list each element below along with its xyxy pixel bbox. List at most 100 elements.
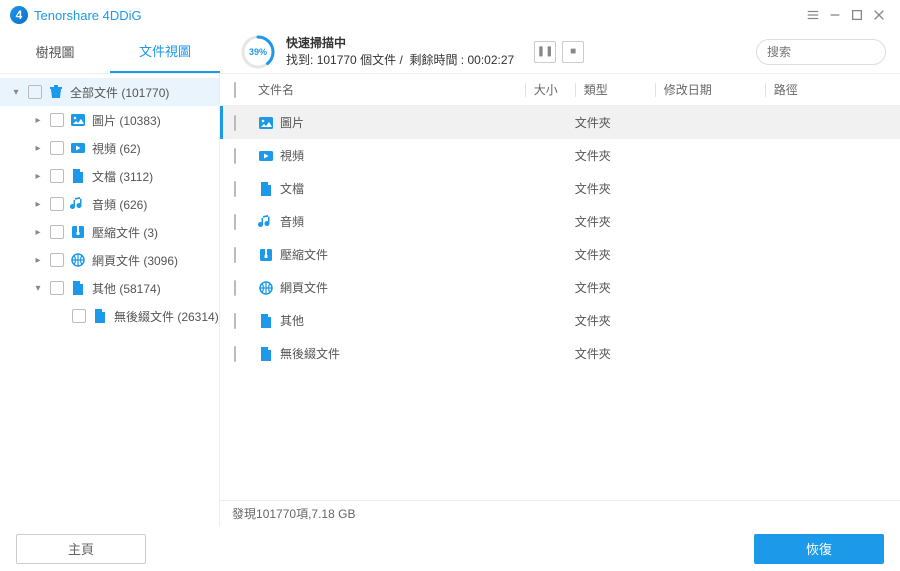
row-type: 文件夾 [575,213,655,230]
row-name: 文檔 [280,180,304,197]
sidebar-item[interactable]: ▸文檔 (3112) [0,162,219,190]
scan-detail: 找到: 101770 個文件 / 剩餘時間 : 00:02:27 [286,52,514,69]
sidebar-item[interactable]: ▸ 壓縮文件 (3) [0,218,219,246]
row-name: 視頻 [280,147,304,164]
row-checkbox[interactable] [234,181,236,197]
row-checkbox[interactable] [234,148,236,164]
audio-icon [258,214,274,230]
sidebar-item[interactable]: ▾ 其他 (58174) [0,274,219,302]
table-row[interactable]: 音頻 文件夾 [220,205,900,238]
recover-button[interactable]: 恢復 [754,534,884,564]
col-name[interactable]: 文件名 [258,81,525,98]
tab-tree-view[interactable]: 樹視圖 [0,30,110,73]
row-name: 音頻 [280,213,304,230]
title-bar: 4 Tenorshare 4DDiG [0,0,900,30]
sidebar-item[interactable]: ▾ 全部文件 (101770) [0,78,219,106]
expand-arrow-icon[interactable]: ▾ [10,87,22,98]
tree-checkbox[interactable] [50,113,64,127]
table-row[interactable]: 視頻文件夾 [220,139,900,172]
row-type: 文件夾 [575,114,655,131]
tree-label: 音頻 (626) [92,196,147,213]
scan-status: 39% 快速掃描中 找到: 101770 個文件 / 剩餘時間 : 00:02:… [220,34,756,70]
status-bar: 發現101770項 , 7.18 GB [220,500,900,526]
close-button[interactable] [868,4,890,26]
row-checkbox[interactable] [234,214,236,230]
expand-arrow-icon[interactable]: ▸ [32,143,44,154]
row-checkbox[interactable] [234,280,236,296]
doc-icon [70,168,86,184]
tree-checkbox[interactable] [50,281,64,295]
sidebar-tree: ▾ 全部文件 (101770) ▸ 圖片 (10383) ▸視頻 (62)▸文檔 (31… [0,74,220,526]
pause-scan-button[interactable]: ❚❚ [534,41,556,63]
image-icon [70,112,86,128]
search-box[interactable] [756,39,886,65]
doc-icon [92,308,108,324]
menu-button[interactable] [802,4,824,26]
sidebar-item[interactable]: 無後綴文件 (26314) [0,302,219,330]
tree-checkbox[interactable] [50,253,64,267]
col-size[interactable]: 大小 [534,83,558,97]
tree-checkbox[interactable] [72,309,86,323]
row-name: 圖片 [280,114,304,131]
tree-checkbox[interactable] [28,85,42,99]
expand-arrow-icon[interactable]: ▸ [32,227,44,238]
tree-label: 壓縮文件 (3) [92,224,158,241]
app-title: Tenorshare 4DDiG [34,8,142,23]
home-button[interactable]: 主頁 [16,534,146,564]
video-icon [258,148,274,164]
toolbar: 樹視圖 文件視圖 39% 快速掃描中 找到: 101770 個文件 / 剩餘時間… [0,30,900,74]
sidebar-item[interactable]: ▸ 圖片 (10383) [0,106,219,134]
tree-label: 全部文件 (101770) [70,84,169,101]
scan-title: 快速掃描中 [286,35,514,52]
row-checkbox[interactable] [234,115,236,131]
col-path[interactable]: 路徑 [774,83,798,97]
tab-file-view[interactable]: 文件視圖 [110,30,220,73]
table-row[interactable]: 壓縮文件文件夾 [220,238,900,271]
table-row[interactable]: 圖片 文件夾 [220,106,900,139]
expand-arrow-icon[interactable]: ▸ [32,255,44,266]
expand-arrow-icon[interactable]: ▸ [32,115,44,126]
expand-arrow-icon[interactable]: ▾ [32,283,44,294]
table-row[interactable]: 無後綴文件文件夾 [220,337,900,370]
tree-label: 網頁文件 (3096) [92,252,178,269]
trash-icon [48,84,64,100]
row-type: 文件夾 [575,279,655,296]
table-row[interactable]: 文檔文件夾 [220,172,900,205]
tree-checkbox[interactable] [50,141,64,155]
table-row[interactable]: 其他 文件夾 [220,304,900,337]
expand-arrow-icon[interactable]: ▸ [32,199,44,210]
video-icon [70,140,86,156]
stop-scan-button[interactable]: ■ [562,41,584,63]
maximize-button[interactable] [846,4,868,26]
sidebar-item[interactable]: ▸ 音頻 (626) [0,190,219,218]
minimize-button[interactable] [824,4,846,26]
row-checkbox[interactable] [234,346,236,362]
sidebar-item[interactable]: ▸視頻 (62) [0,134,219,162]
select-all-checkbox[interactable] [234,82,236,98]
table-header: 文件名 大小 類型 修改日期 路徑 [220,74,900,106]
expand-arrow-icon[interactable]: ▸ [32,171,44,182]
col-type[interactable]: 類型 [584,83,608,97]
tree-label: 其他 (58174) [92,280,161,297]
table-row[interactable]: 網頁文件文件夾 [220,271,900,304]
col-date[interactable]: 修改日期 [664,83,712,97]
tree-checkbox[interactable] [50,225,64,239]
row-checkbox[interactable] [234,247,236,263]
sidebar-item[interactable]: ▸ 網頁文件 (3096) [0,246,219,274]
archive-icon [258,247,274,263]
tree-checkbox[interactable] [50,197,64,211]
tree-checkbox[interactable] [50,169,64,183]
tree-label: 圖片 (10383) [92,112,161,129]
row-type: 文件夾 [575,246,655,263]
doc-icon [258,346,274,362]
web-icon [70,252,86,268]
scan-progress-ring: 39% [240,34,276,70]
tree-label: 無後綴文件 (26314) [114,308,219,325]
archive-icon [70,224,86,240]
row-checkbox[interactable] [234,313,236,329]
doc-icon [70,280,86,296]
doc-icon [258,181,274,197]
search-input[interactable] [767,45,900,59]
row-type: 文件夾 [575,312,655,329]
row-name: 其他 [280,312,304,329]
